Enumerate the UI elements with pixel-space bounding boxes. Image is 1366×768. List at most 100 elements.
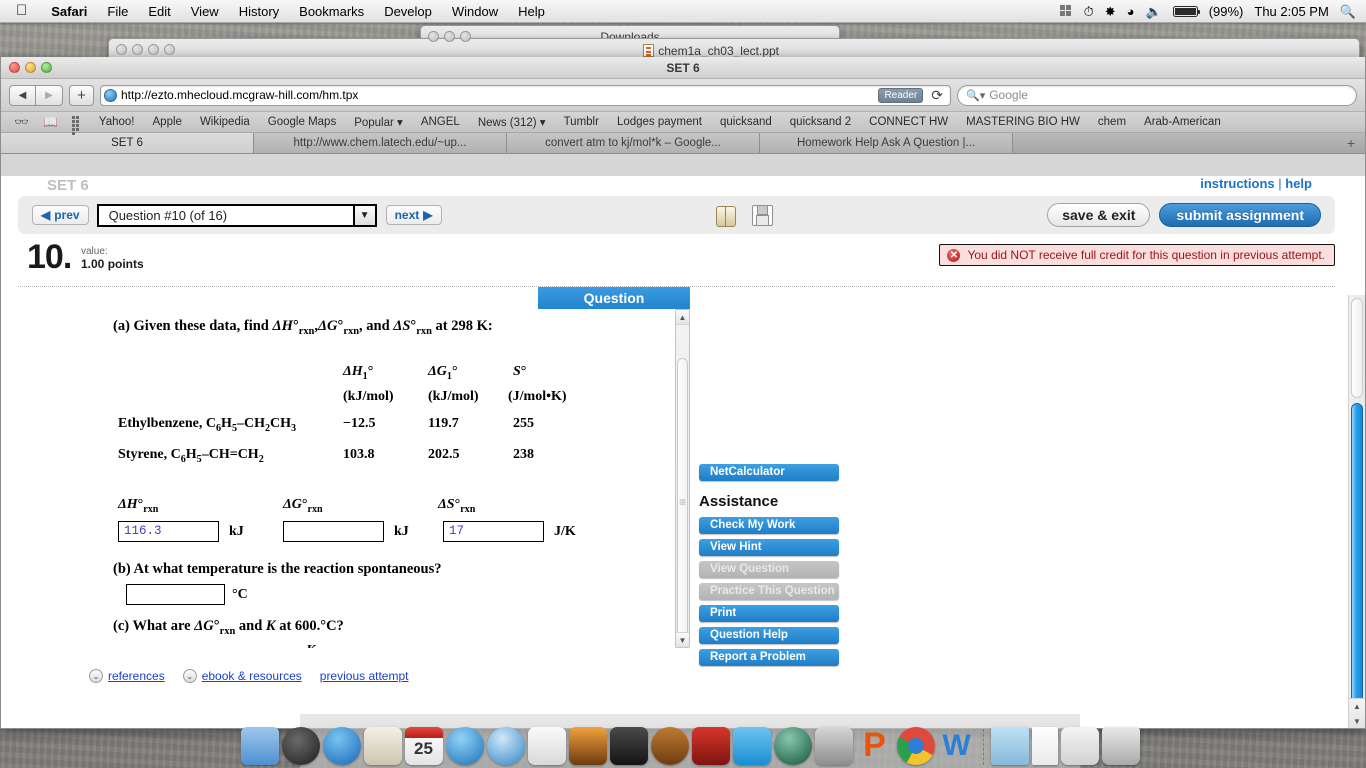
dock-item-finder-icon[interactable] [240, 727, 279, 765]
previous-attempt-link[interactable]: previous attempt [320, 669, 409, 683]
reload-icon[interactable]: ⟳ [927, 87, 947, 104]
mac-menu-bar[interactable]:  Safari File Edit View History Bookmark… [0, 0, 1366, 23]
spotlight-search-icon[interactable]: 🔍 [1340, 5, 1356, 18]
minimize-dot[interactable] [444, 31, 455, 42]
page-scrollbar-track-top[interactable] [1351, 298, 1363, 398]
dock-item-itunes-icon[interactable] [445, 727, 484, 765]
nav-button-group[interactable]: ◀ ▶ [9, 84, 63, 106]
bookmark-lodges-payment[interactable]: Lodges payment [608, 116, 711, 128]
bluetooth-icon[interactable]: ✸ [1105, 5, 1116, 18]
new-tab-button[interactable]: + [1337, 133, 1365, 153]
address-bar[interactable]: http://ezto.mhecloud.mcgraw-hill.com/hm.… [100, 84, 951, 106]
references-group[interactable]: ⌄ references [89, 669, 165, 683]
bookmark-mastering-bio-hw[interactable]: MASTERING BIO HW [957, 116, 1089, 128]
netcalculator-button[interactable]: NetCalculator [699, 464, 839, 481]
dock-item-safari-icon[interactable] [486, 727, 525, 765]
close-dot[interactable] [116, 44, 127, 55]
scroll-down-arrow-icon[interactable]: ▼ [676, 632, 689, 647]
zoom-dot[interactable] [148, 44, 159, 55]
dock-item-word-icon[interactable]: W [938, 727, 976, 765]
book-bookmarks-icon[interactable]: 📖 [36, 115, 65, 129]
dock-item-keynote-icon[interactable] [691, 727, 730, 765]
dock-item-pages-doc-icon[interactable] [1060, 727, 1099, 765]
bookmark-news[interactable]: News (312) ▾ [469, 115, 555, 129]
bookmark-tumblr[interactable]: Tumblr [555, 116, 608, 128]
battery-icon[interactable] [1172, 5, 1201, 17]
next-question-button[interactable]: next ▶ [385, 205, 442, 225]
bookmark-wikipedia[interactable]: Wikipedia [191, 116, 259, 128]
bookmark-quicksand-2[interactable]: quicksand 2 [781, 116, 860, 128]
help-link[interactable]: help [1285, 176, 1312, 191]
bookmark-chem[interactable]: chem [1089, 116, 1135, 128]
bookmarks-bar[interactable]: 👓 📖 Yahoo! Apple Wikipedia Google Maps P… [1, 112, 1365, 135]
bookmark-arab-american[interactable]: Arab-American [1135, 116, 1230, 128]
question-pane-scrollbar[interactable]: ▲ ▼ [675, 309, 690, 648]
submit-assignment-button[interactable]: submit assignment [1159, 203, 1321, 227]
bookmark-popular[interactable]: Popular ▾ [345, 115, 412, 129]
dock-item-system-preferences-icon[interactable] [814, 727, 853, 765]
tab-bar[interactable]: SET 6 http://www.chem.latech.edu/~up... … [1, 133, 1365, 154]
answer-input-dh-rxn[interactable]: 116.3 [118, 521, 219, 542]
search-input[interactable]: 🔍▾ Google [957, 84, 1357, 106]
bookmark-connect-hw[interactable]: CONNECT HW [860, 116, 957, 128]
wifi-icon[interactable]: ◕ [1127, 5, 1135, 18]
dock-item-imovie-icon[interactable] [609, 727, 648, 765]
menu-item-window[interactable]: Window [442, 4, 508, 19]
dock-item-preview-p-icon[interactable]: P [856, 727, 894, 765]
dock-item-time-machine-icon[interactable] [773, 727, 812, 765]
question-help-button[interactable]: Question Help [699, 627, 839, 644]
ebook-resources-link[interactable]: ebook & resources [202, 669, 302, 683]
menu-item-view[interactable]: View [181, 4, 229, 19]
dock-item-garageband-icon[interactable] [650, 727, 689, 765]
page-scrollbar-thumb[interactable] [1351, 403, 1363, 728]
extra-dot[interactable] [164, 44, 175, 55]
downloads-window-controls[interactable] [428, 31, 471, 42]
tab-set-6[interactable]: SET 6 [1, 133, 254, 153]
scrollbar-thumb[interactable] [677, 358, 688, 648]
top-sites-grid-icon[interactable] [65, 115, 90, 135]
dock-item-dashboard-icon[interactable] [281, 727, 320, 765]
ebook-resources-group[interactable]: ⌄ ebook & resources [182, 669, 302, 683]
dock-item-preview-icon[interactable] [363, 727, 402, 765]
ppt-window-controls[interactable] [116, 44, 175, 55]
dock-item-app-store-icon[interactable] [322, 727, 361, 765]
window-grid-icon[interactable] [1059, 5, 1073, 17]
bookmark-yahoo[interactable]: Yahoo! [90, 116, 144, 128]
answer-input-ds-rxn[interactable]: 17 [443, 521, 544, 542]
bookmark-angel[interactable]: ANGEL [412, 116, 469, 128]
tab-homework-help[interactable]: Homework Help Ask A Question |... [760, 133, 1013, 153]
forward-button[interactable]: ▶ [36, 84, 63, 106]
close-dot[interactable] [428, 31, 439, 42]
dock[interactable]: 25 P W [240, 714, 1140, 768]
chevron-down-icon[interactable]: ⌄ [89, 669, 103, 683]
dock-item-downloads-stack-icon[interactable] [1031, 727, 1058, 765]
menu-item-history[interactable]: History [229, 4, 289, 19]
apple-logo-icon[interactable]:  [16, 3, 27, 18]
menu-item-develop[interactable]: Develop [374, 4, 442, 19]
save-and-exit-button[interactable]: save & exit [1047, 203, 1151, 227]
zoom-button[interactable] [41, 62, 52, 73]
page-scroll-up-icon[interactable]: ▲ [1349, 699, 1365, 714]
minimize-dot[interactable] [132, 44, 143, 55]
menu-bar-clock[interactable]: Thu 2:05 PM [1254, 4, 1328, 19]
back-button[interactable]: ◀ [9, 84, 36, 106]
instructions-help-links[interactable]: instructions | help [1200, 176, 1312, 191]
bookmark-google-maps[interactable]: Google Maps [259, 116, 345, 128]
bookmark-apple[interactable]: Apple [144, 116, 191, 128]
dock-item-chrome-icon[interactable] [896, 727, 935, 765]
menu-item-safari[interactable]: Safari [41, 4, 97, 19]
reading-glasses-icon[interactable]: 👓 [7, 115, 36, 129]
zoom-dot[interactable] [460, 31, 471, 42]
page-scroll-down-icon[interactable]: ▼ [1349, 714, 1365, 728]
menu-item-file[interactable]: File [97, 4, 138, 19]
add-bookmark-button[interactable]: + [69, 84, 94, 106]
references-link[interactable]: references [108, 669, 165, 683]
reader-button[interactable]: Reader [878, 87, 924, 103]
minimize-button[interactable] [25, 62, 36, 73]
dock-item-aperture-icon[interactable] [568, 727, 607, 765]
ebook-icon[interactable] [715, 205, 736, 227]
page-scrollbar[interactable]: ▲ ▼ [1348, 295, 1365, 728]
chevron-down-icon[interactable]: ▼ [352, 205, 375, 225]
menu-item-edit[interactable]: Edit [138, 4, 180, 19]
tab-chem-latech[interactable]: http://www.chem.latech.edu/~up... [254, 133, 507, 153]
